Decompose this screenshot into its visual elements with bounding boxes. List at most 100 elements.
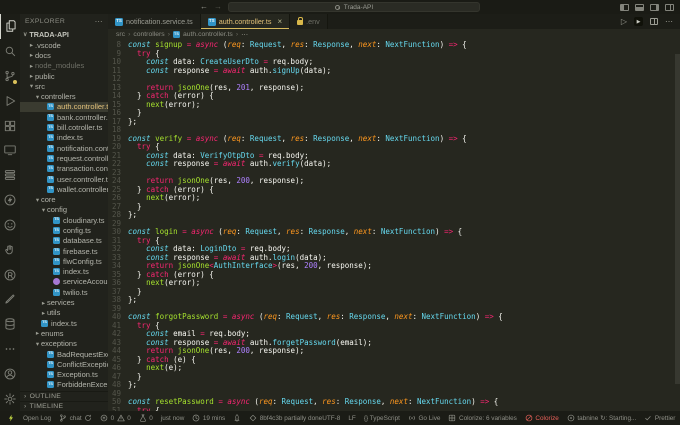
tree-file-bank-controller-ts[interactable]: TSbank.controller.ts xyxy=(20,112,108,122)
status-eol[interactable]: LF xyxy=(348,415,355,422)
toggle-panel-icon[interactable] xyxy=(635,3,644,11)
tree-folder-core[interactable]: ▾ core xyxy=(20,194,108,204)
breadcrumb-item[interactable]: src xyxy=(116,31,125,38)
status-problems[interactable]: 00 xyxy=(100,414,131,422)
tree-file-conflictexception-[interactable]: TSConflictException... xyxy=(20,359,108,369)
activity-item-accounts[interactable] xyxy=(0,361,20,386)
tree-folder-config[interactable]: ▾ config xyxy=(20,205,108,215)
activity-item-more-views[interactable] xyxy=(0,337,20,362)
explorer-more-icon[interactable]: ⋯ xyxy=(95,17,103,26)
status-colorize-toggle[interactable]: Colorize xyxy=(525,414,559,422)
tree-folder-controllers[interactable]: ▾ controllers xyxy=(20,91,108,101)
tree-file-flwconfig-ts[interactable]: TS flwConfig.ts xyxy=(20,256,108,266)
tree-folder--vscode[interactable]: ▸ .vscode xyxy=(20,40,108,50)
activity-item-theme-paint[interactable] xyxy=(0,287,20,312)
panel-outline[interactable]: › OUTLINE xyxy=(20,391,108,401)
tab--env[interactable]: .env xyxy=(290,14,328,29)
tree-file-index-ts[interactable]: TS index.ts xyxy=(20,133,108,143)
project-root-row[interactable]: ∨ TRADA-API xyxy=(20,29,108,40)
tree-folder-public[interactable]: ▸ public xyxy=(20,71,108,81)
activity-item-settings[interactable] xyxy=(0,386,20,411)
chevron-down-icon: ▾ xyxy=(35,196,40,204)
split-editor-button[interactable] xyxy=(650,18,658,25)
activity-item-run-and-debug[interactable] xyxy=(0,88,20,113)
json-file-icon xyxy=(53,278,60,286)
tree-folder-utils[interactable]: ▸ utils xyxy=(20,308,108,318)
activity-item-explorer[interactable] xyxy=(0,14,20,39)
tree-file-transaction-contr-[interactable]: TStransaction.contr... xyxy=(20,164,108,174)
activity-item-database[interactable] xyxy=(0,312,20,337)
tree-file-wallet-controller-ts[interactable]: TSwallet.controller.ts xyxy=(20,184,108,194)
tree-file-twilio-ts[interactable]: TS twilio.ts xyxy=(20,287,108,297)
tree-file-serviceaccount-[interactable]: serviceAccount... xyxy=(20,277,108,287)
tree-file-index-ts[interactable]: TS index.ts xyxy=(20,318,108,328)
tree-file-config-ts[interactable]: TS config.ts xyxy=(20,225,108,235)
tree-file-forbiddenexcepti-[interactable]: TSForbiddenExcepti... xyxy=(20,380,108,390)
nav-forward-icon[interactable]: → xyxy=(214,3,222,11)
status-time-tracker[interactable]: 19 mins xyxy=(192,414,225,422)
activity-item-hand-extension[interactable] xyxy=(0,237,20,262)
activity-item-github[interactable] xyxy=(0,213,20,238)
activity-item-extensions[interactable] xyxy=(0,113,20,138)
close-icon[interactable]: × xyxy=(277,17,282,26)
tree-item-label: cloudinary.ts xyxy=(63,215,105,225)
tree-file-firebase-ts[interactable]: TS firebase.ts xyxy=(20,246,108,256)
run-button[interactable]: ▷ xyxy=(621,17,627,26)
activity-item-source-control[interactable] xyxy=(0,64,20,89)
tree-folder-src[interactable]: ▾ src xyxy=(20,81,108,91)
tab-auth-controller-ts[interactable]: TS auth.controller.ts × xyxy=(200,14,291,29)
code-area[interactable]: 8 const signup = async (req: Request, res… xyxy=(108,40,680,411)
code-line: 38}; xyxy=(108,295,680,305)
activity-item-docker[interactable] xyxy=(0,163,20,188)
tree-folder-docs[interactable]: ▸ docs xyxy=(20,50,108,60)
tree-folder-exceptions[interactable]: ▾ exceptions xyxy=(20,339,108,349)
code-line: 30 const login = async (req: Request, res… xyxy=(108,227,680,237)
tree-file-exception-ts[interactable]: TS Exception.ts xyxy=(20,370,108,380)
tree-file-notification-contr-[interactable]: TSnotification.contr... xyxy=(20,143,108,153)
more-actions-button[interactable]: ⋯ xyxy=(665,17,673,26)
status-prettier[interactable]: Prettier xyxy=(644,414,675,422)
breadcrumb-item[interactable]: auth.controller.ts xyxy=(183,31,233,38)
nav-back-icon[interactable]: ← xyxy=(200,3,208,11)
status-commit-info[interactable]: 8bf4c3b partially done xyxy=(249,414,322,422)
tree-file-cloudinary-ts[interactable]: TS cloudinary.ts xyxy=(20,215,108,225)
more-views-icon xyxy=(5,348,15,350)
command-center-search[interactable]: Trada-API xyxy=(228,2,480,12)
tree-file-request-controller-[interactable]: TSrequest.controller... xyxy=(20,153,108,163)
tree-file-badrequestexce-[interactable]: TSBadRequestExce... xyxy=(20,349,108,359)
activity-item-rapidapi[interactable] xyxy=(0,262,20,287)
tree-folder-services[interactable]: ▸ services xyxy=(20,297,108,307)
tab-notification-service-ts[interactable]: TS notification.service.ts xyxy=(108,14,201,29)
status-go-live[interactable]: Go Live xyxy=(408,414,440,422)
tree-file-auth-controller-ts[interactable]: TS auth.controller.ts xyxy=(20,101,108,113)
status-colorize-variables[interactable]: Colorize: 6 variables xyxy=(448,414,517,422)
status-test-counter[interactable]: 0 xyxy=(139,414,153,422)
customize-layout-icon[interactable] xyxy=(665,3,674,11)
status-rocket-item[interactable] xyxy=(233,414,241,422)
toggle-primary-sidebar-icon[interactable] xyxy=(620,3,629,11)
tree-file-bill-cotroller-ts[interactable]: TS bill.cotroller.ts xyxy=(20,122,108,132)
activity-item-remote-explorer[interactable] xyxy=(0,138,20,163)
editor-scrollbar[interactable] xyxy=(675,54,680,384)
status-blame-just-now[interactable]: just now xyxy=(161,415,184,422)
tree-file-index-ts[interactable]: TS index.ts xyxy=(20,267,108,277)
status-git-branch[interactable]: chat xyxy=(59,414,92,422)
code-line: 27 } xyxy=(108,202,680,212)
code-runner-button[interactable]: ▶ xyxy=(634,17,643,26)
chevron-right-icon: ▸ xyxy=(41,299,46,307)
tree-folder-node-modules[interactable]: ▸ node_modules xyxy=(20,61,108,71)
toggle-secondary-sidebar-icon[interactable] xyxy=(650,3,659,11)
panel-timeline[interactable]: › TIMELINE xyxy=(20,401,108,411)
activity-item-thunder-client[interactable] xyxy=(0,188,20,213)
status-encoding[interactable]: UTF-8 xyxy=(322,415,340,422)
tree-file-database-ts[interactable]: TS database.ts xyxy=(20,236,108,246)
breadcrumb-item[interactable]: ⋯ xyxy=(241,31,248,39)
status-extension-bolt[interactable] xyxy=(7,414,15,422)
breadcrumb-item[interactable]: controllers xyxy=(133,31,164,38)
activity-item-search[interactable] xyxy=(0,39,20,64)
tree-file-user-controller-ts[interactable]: TS user.controller.ts xyxy=(20,174,108,184)
tree-folder-enums[interactable]: ▸ enums xyxy=(20,328,108,338)
status-tabnine[interactable]: tabnine ↻: Starting... xyxy=(567,414,636,422)
status-open-log[interactable]: Open Log xyxy=(23,415,51,422)
status-language-mode[interactable]: {} TypeScript xyxy=(364,415,400,422)
